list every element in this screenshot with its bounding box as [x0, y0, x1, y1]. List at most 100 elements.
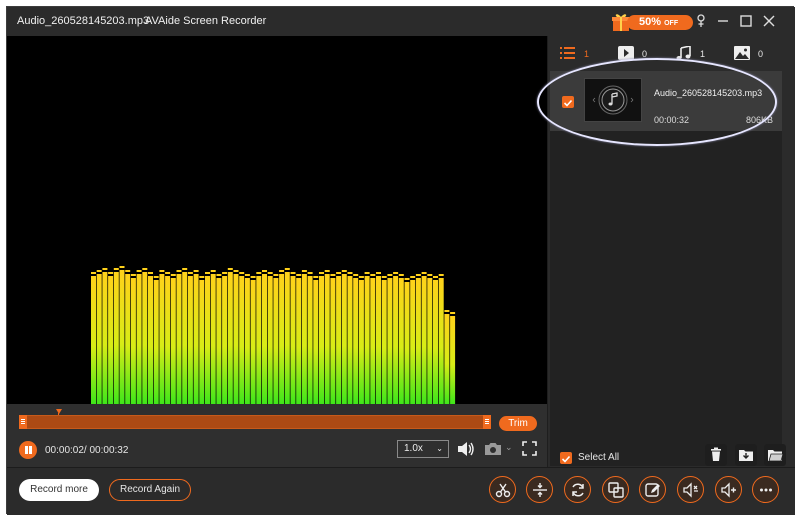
visualizer-bar [262, 274, 267, 404]
visualizer-bar [433, 280, 438, 404]
visualizer-bar [319, 276, 324, 404]
visualizer-bar [307, 276, 313, 404]
visualizer-bar [284, 272, 290, 404]
refresh-icon [572, 483, 584, 497]
trim-tool-button[interactable] [489, 476, 516, 503]
trim-start-handle[interactable] [19, 415, 27, 429]
visualizer-peak [159, 270, 165, 272]
visualizer-peak [410, 276, 416, 278]
visualizer-bar [125, 274, 131, 404]
visualizer-bar [370, 278, 376, 404]
visualizer-peak [387, 274, 393, 276]
visualizer-peak [170, 274, 176, 276]
visualizer-peak [91, 272, 96, 274]
visualizer-bar [267, 276, 273, 404]
visualizer-peak [250, 276, 256, 278]
chevron-down-icon[interactable]: ⌄ [505, 442, 513, 453]
visualizer-bar [199, 280, 205, 404]
checkmark-icon [561, 455, 571, 463]
split-icon [533, 483, 547, 497]
visualizer-bar [216, 278, 222, 404]
visualizer-peak [398, 274, 404, 276]
visualizer-bar [170, 278, 176, 404]
visualizer-peak [438, 274, 444, 276]
visualizer-bar [239, 276, 245, 404]
playhead-marker[interactable] [56, 409, 62, 414]
export-to-folder-button[interactable] [735, 444, 757, 466]
visualizer-bar [279, 274, 285, 404]
maximize-icon[interactable] [738, 13, 754, 29]
visualizer-peak [227, 268, 233, 270]
visualizer-bar [273, 278, 279, 404]
trim-end-handle[interactable] [483, 415, 491, 429]
visualizer-peak [330, 274, 336, 276]
close-icon[interactable] [761, 13, 777, 29]
tab-all-count: 1 [584, 49, 590, 59]
visualizer-bar [142, 272, 148, 404]
camera-icon[interactable] [484, 442, 502, 456]
visualizer-bar [438, 278, 444, 404]
visualizer-bar [227, 272, 233, 404]
visualizer-peak [364, 272, 370, 274]
visualizer-peak [307, 272, 313, 274]
file-list-scrollbar[interactable] [784, 71, 792, 466]
record-again-button[interactable]: Record Again [109, 479, 191, 501]
delete-button[interactable] [705, 444, 727, 466]
visualizer-peak [415, 274, 421, 276]
more-icon [760, 488, 772, 492]
record-more-button[interactable]: Record more [19, 479, 99, 501]
folder-icon [768, 450, 784, 462]
visualizer-bar [176, 274, 182, 404]
trim-timeline[interactable] [19, 415, 491, 429]
promo-off: OFF [664, 20, 679, 27]
more-tools-button[interactable] [752, 476, 779, 503]
select-all-checkbox[interactable] [560, 452, 572, 464]
pin-icon[interactable] [693, 13, 709, 29]
convert-tool-button[interactable] [564, 476, 591, 503]
visualizer-bar [341, 274, 347, 404]
visualizer-peak [267, 272, 273, 274]
visualizer-peak [370, 274, 376, 276]
visualizer-peak [358, 276, 364, 278]
edit-tool-button[interactable] [639, 476, 666, 503]
split-tool-button[interactable] [526, 476, 553, 503]
volume-booster-button[interactable] [715, 476, 742, 503]
video-icon [618, 46, 634, 60]
visualizer-peak [182, 268, 188, 270]
pause-button[interactable] [19, 441, 37, 459]
tab-image-count: 0 [758, 49, 764, 59]
visualizer-bar [256, 276, 262, 404]
volume-icon[interactable] [457, 441, 475, 457]
visualizer-bar [193, 274, 199, 404]
merge-tool-button[interactable] [602, 476, 629, 503]
visualizer-bar [393, 276, 399, 404]
open-folder-button[interactable] [764, 444, 786, 466]
visualizer-peak [148, 272, 153, 274]
visualizer-peak [165, 272, 171, 274]
visualizer-bar [358, 280, 364, 404]
visualizer-peak [216, 274, 222, 276]
fullscreen-icon[interactable] [522, 441, 537, 456]
promo-badge[interactable]: 50% OFF [611, 11, 693, 33]
window-file-name: Audio_260528145203.mp3 [17, 15, 150, 27]
speed-select[interactable]: 1.0x ⌄ [397, 440, 449, 458]
visualizer-peak [341, 270, 347, 272]
visualizer-bar [387, 278, 393, 404]
image-icon [734, 46, 750, 60]
visualizer-peak [102, 268, 108, 270]
audio-visualizer [91, 266, 456, 404]
visualizer-peak [353, 274, 359, 276]
compress-tool-button[interactable] [677, 476, 704, 503]
visualizer-peak [444, 310, 450, 312]
visualizer-peak [381, 276, 387, 278]
trim-button[interactable]: Trim [499, 416, 537, 431]
minimize-icon[interactable] [715, 13, 731, 29]
visualizer-bar [233, 274, 239, 404]
visualizer-bar [324, 274, 330, 404]
compress-icon [683, 482, 698, 498]
visualizer-bar [113, 272, 119, 404]
visualizer-peak [239, 272, 245, 274]
visualizer-peak [125, 270, 131, 272]
preview-area [7, 36, 547, 404]
visualizer-peak [233, 270, 239, 272]
